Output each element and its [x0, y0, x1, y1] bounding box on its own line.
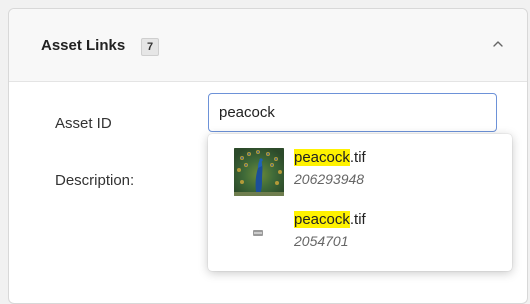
autocomplete-option[interactable]: peacock.tif 206293948 — [208, 142, 512, 202]
filename-extension: .tif — [349, 211, 366, 228]
count-badge: 7 — [141, 38, 159, 56]
match-highlight: peacock — [294, 211, 350, 228]
image-placeholder-icon — [253, 230, 263, 236]
filename-extension: .tif — [349, 149, 366, 166]
result-asset-id: 206293948 — [294, 171, 365, 187]
match-highlight: peacock — [294, 149, 350, 166]
result-filename: peacock.tif — [294, 211, 366, 228]
asset-id-input[interactable] — [208, 93, 497, 132]
peacock-thumbnail — [234, 148, 284, 196]
description-label: Description: — [55, 172, 135, 189]
result-filename: peacock.tif — [294, 149, 366, 166]
autocomplete-dropdown: peacock.tif 206293948 peacock.tif 205470… — [208, 134, 512, 271]
panel-title: Asset Links — [41, 37, 126, 54]
autocomplete-option[interactable]: peacock.tif 2054701 — [208, 204, 512, 264]
asset-id-label: Asset ID — [55, 115, 112, 132]
panel-header[interactable]: Asset Links 7 — [9, 9, 527, 82]
chevron-up-icon — [493, 41, 503, 47]
collapse-button[interactable] — [487, 33, 509, 55]
result-asset-id: 2054701 — [294, 233, 349, 249]
